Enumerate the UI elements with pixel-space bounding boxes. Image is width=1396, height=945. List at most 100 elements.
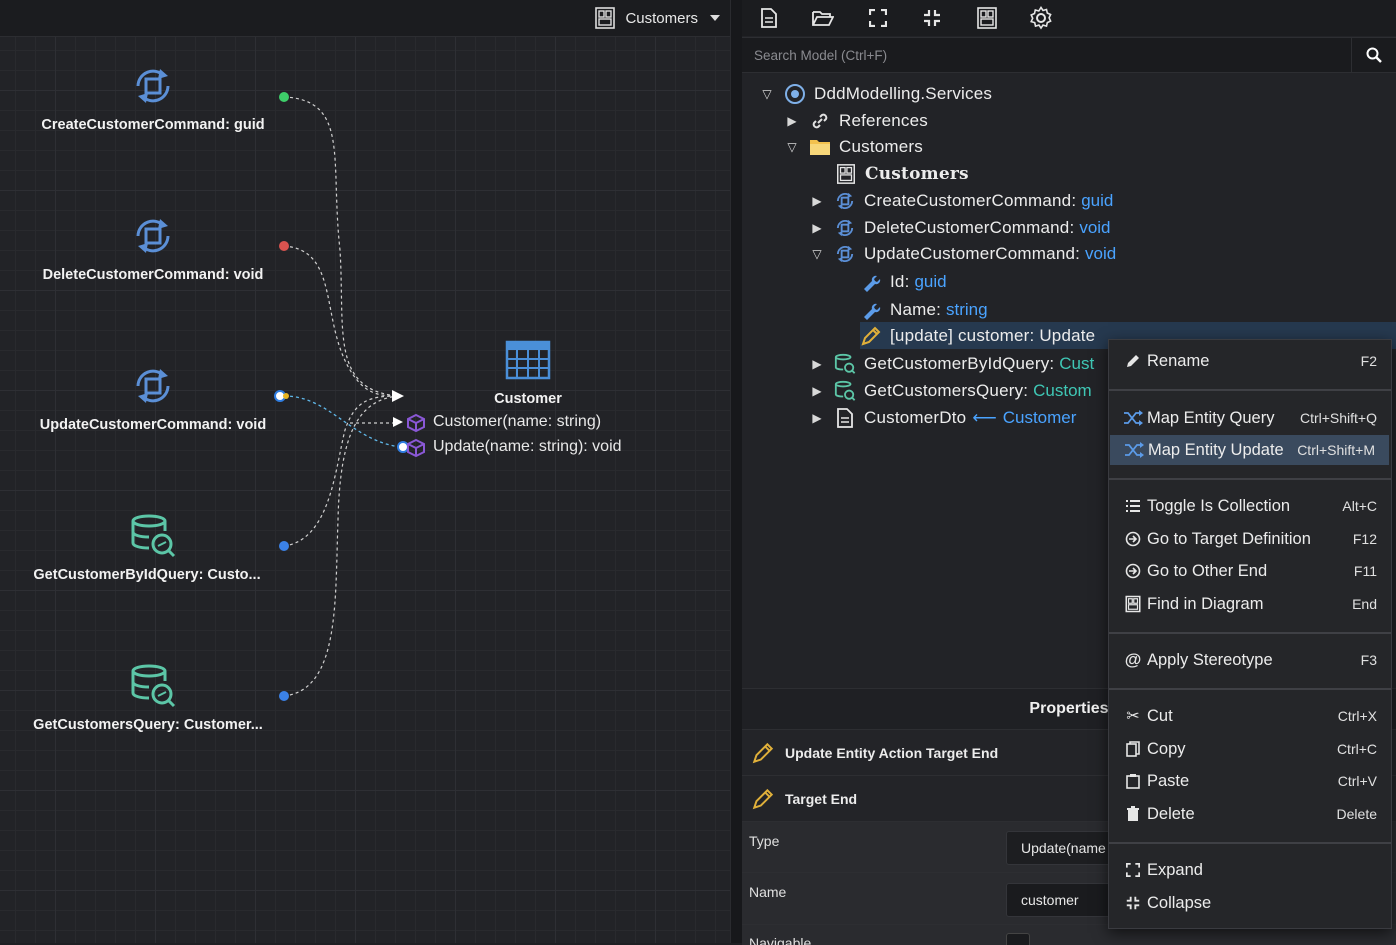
search-icon[interactable]	[1351, 38, 1396, 72]
command-icon[interactable]	[130, 63, 176, 109]
query-icon	[834, 380, 856, 402]
menu-item-delete[interactable]: Delete Delete	[1109, 799, 1391, 829]
chevron-down-icon[interactable]: ▽	[785, 140, 799, 154]
chevron-right-icon[interactable]: ▶	[810, 384, 824, 398]
chevron-down-icon[interactable]: ▽	[810, 247, 824, 261]
menu-item-shortcut: Alt+C	[1342, 498, 1377, 514]
query-icon[interactable]	[129, 512, 177, 560]
circle-arrow-icon	[1123, 529, 1143, 549]
tree-item-dto[interactable]: ▶ CustomerDto ⟵ Customer	[810, 404, 1076, 431]
open-folder-icon[interactable]	[808, 4, 838, 32]
menu-item-label: Copy	[1147, 739, 1186, 758]
query-icon[interactable]	[129, 662, 177, 710]
property-label: Navigable	[749, 935, 812, 945]
chevron-right-icon[interactable]: ▶	[810, 194, 824, 208]
menu-item-shortcut: F3	[1360, 652, 1377, 668]
tree-item-diagram[interactable]: Customers	[835, 160, 969, 187]
tree-item-delete-command[interactable]: ▶ DeleteCustomerCommand: void	[810, 214, 1110, 241]
chevron-right-icon[interactable]: ▶	[810, 411, 824, 425]
node-label[interactable]: GetCustomerByIdQuery: Custo...	[33, 567, 260, 583]
menu-item-expand[interactable]: Expand	[1109, 855, 1391, 885]
menu-item-label: Apply Stereotype	[1147, 650, 1273, 669]
command-icon	[834, 243, 856, 265]
wrench-icon	[860, 299, 882, 321]
node-label[interactable]: CreateCustomerCommand: guid	[41, 117, 264, 133]
new-file-icon[interactable]	[754, 4, 784, 32]
at-sign-icon: @	[1124, 650, 1142, 669]
menu-item-label: Expand	[1147, 860, 1203, 879]
menu-item-map-entity-update[interactable]: Map Entity Update Ctrl+Shift+M	[1110, 435, 1389, 465]
menu-item-shortcut: Ctrl+V	[1337, 773, 1377, 789]
menu-item-go-to-target[interactable]: Go to Target Definition F12	[1109, 524, 1391, 554]
diagram-canvas[interactable]: Customers CreateCustomerCommand: guid De…	[0, 0, 730, 943]
list-icon	[1123, 496, 1143, 516]
command-icon[interactable]	[130, 213, 176, 259]
tree-item-label: [update] customer: Update	[890, 325, 1096, 345]
menu-item-apply-stereotype[interactable]: @ Apply Stereotype F3	[1109, 645, 1391, 675]
tree-item-folder[interactable]: ▽ Customers	[785, 133, 923, 160]
tree-item-update-command[interactable]: ▽ UpdateCustomerCommand: void	[810, 240, 1116, 267]
copy-icon	[1123, 739, 1143, 759]
chevron-down-icon[interactable]: ▽	[760, 87, 774, 101]
property-label: Name	[749, 884, 787, 900]
expand-icon[interactable]	[863, 4, 893, 32]
navigable-checkbox[interactable]	[1006, 933, 1030, 945]
node-label[interactable]: UpdateCustomerCommand: void	[40, 417, 266, 433]
settings-icon[interactable]	[1026, 4, 1056, 32]
diagram-icon[interactable]	[972, 4, 1002, 32]
collapse-icon[interactable]	[917, 4, 947, 32]
node-label[interactable]: GetCustomersQuery: Customer...	[33, 717, 263, 733]
document-icon	[834, 407, 856, 429]
tree-item-references[interactable]: ▶ References	[785, 107, 928, 134]
circle-arrow-icon	[1123, 561, 1143, 581]
wrench-icon	[860, 271, 882, 293]
menu-item-shortcut: Ctrl+C	[1336, 741, 1377, 757]
tree-item-root[interactable]: ▽ DddModelling.Services	[760, 80, 992, 107]
association-wires	[274, 92, 409, 701]
menu-separator	[1109, 842, 1391, 844]
menu-item-label: Collapse	[1147, 893, 1212, 912]
scissors-icon: ✂	[1126, 708, 1140, 725]
tree-item-label: GetCustomersQuery	[864, 380, 1024, 400]
tree-item-type: Customer	[1002, 407, 1077, 427]
chevron-right-icon[interactable]: ▶	[810, 221, 824, 235]
menu-item-rename[interactable]: Rename F2	[1109, 346, 1391, 376]
node-label[interactable]: DeleteCustomerCommand: void	[43, 267, 264, 283]
menu-item-shortcut: Delete	[1336, 806, 1377, 822]
menu-item-toggle-collection[interactable]: Toggle Is Collection Alt+C	[1109, 491, 1391, 521]
tree-item-field-id[interactable]: Id: guid	[860, 268, 947, 295]
tree-item-label: Customers	[839, 136, 923, 156]
operation-icon	[407, 413, 425, 433]
link-icon	[809, 110, 831, 132]
menu-item-copy[interactable]: Copy Ctrl+C	[1109, 734, 1391, 764]
toolbar	[742, 0, 1396, 36]
tree-item-type: guid	[914, 271, 947, 291]
tree-item-label: Customers	[865, 163, 969, 184]
entity-operation[interactable]: Update(name: string): void	[433, 438, 622, 456]
search-input[interactable]	[742, 38, 1350, 72]
chevron-right-icon[interactable]: ▶	[785, 114, 799, 128]
menu-item-collapse[interactable]: Collapse	[1109, 888, 1391, 918]
property-label: Type	[749, 833, 780, 849]
table-icon[interactable]	[505, 340, 551, 380]
menu-item-cut[interactable]: ✂ Cut Ctrl+X	[1109, 701, 1391, 731]
tree-item-label: References	[839, 110, 928, 130]
menu-item-find-in-diagram[interactable]: Find in Diagram End	[1109, 589, 1391, 619]
tree-item-label: DeleteCustomerCommand	[864, 217, 1070, 237]
tree-item-query-byid[interactable]: ▶ GetCustomerByIdQuery: Cust	[810, 350, 1094, 377]
section-title: Update Entity Action Target End	[785, 744, 999, 761]
pencil-icon	[752, 742, 774, 763]
menu-item-paste[interactable]: Paste Ctrl+V	[1109, 766, 1391, 796]
menu-item-label: Map Entity Query	[1147, 408, 1275, 427]
menu-item-label: Paste	[1147, 771, 1190, 790]
tree-item-create-command[interactable]: ▶ CreateCustomerCommand: guid	[810, 187, 1113, 214]
menu-item-map-entity-query[interactable]: Map Entity Query Ctrl+Shift+Q	[1109, 403, 1391, 433]
tree-item-query-all[interactable]: ▶ GetCustomersQuery: Custom	[810, 377, 1092, 404]
chevron-right-icon[interactable]: ▶	[810, 357, 824, 371]
command-icon[interactable]	[130, 363, 176, 409]
menu-item-shortcut: Ctrl+Shift+Q	[1299, 410, 1377, 426]
menu-item-go-to-other-end[interactable]: Go to Other End F11	[1109, 556, 1391, 586]
entity-title[interactable]: Customer	[494, 391, 562, 407]
entity-operation[interactable]: Customer(name: string)	[433, 413, 601, 431]
tree-item-field-name[interactable]: Name: string	[860, 296, 988, 323]
